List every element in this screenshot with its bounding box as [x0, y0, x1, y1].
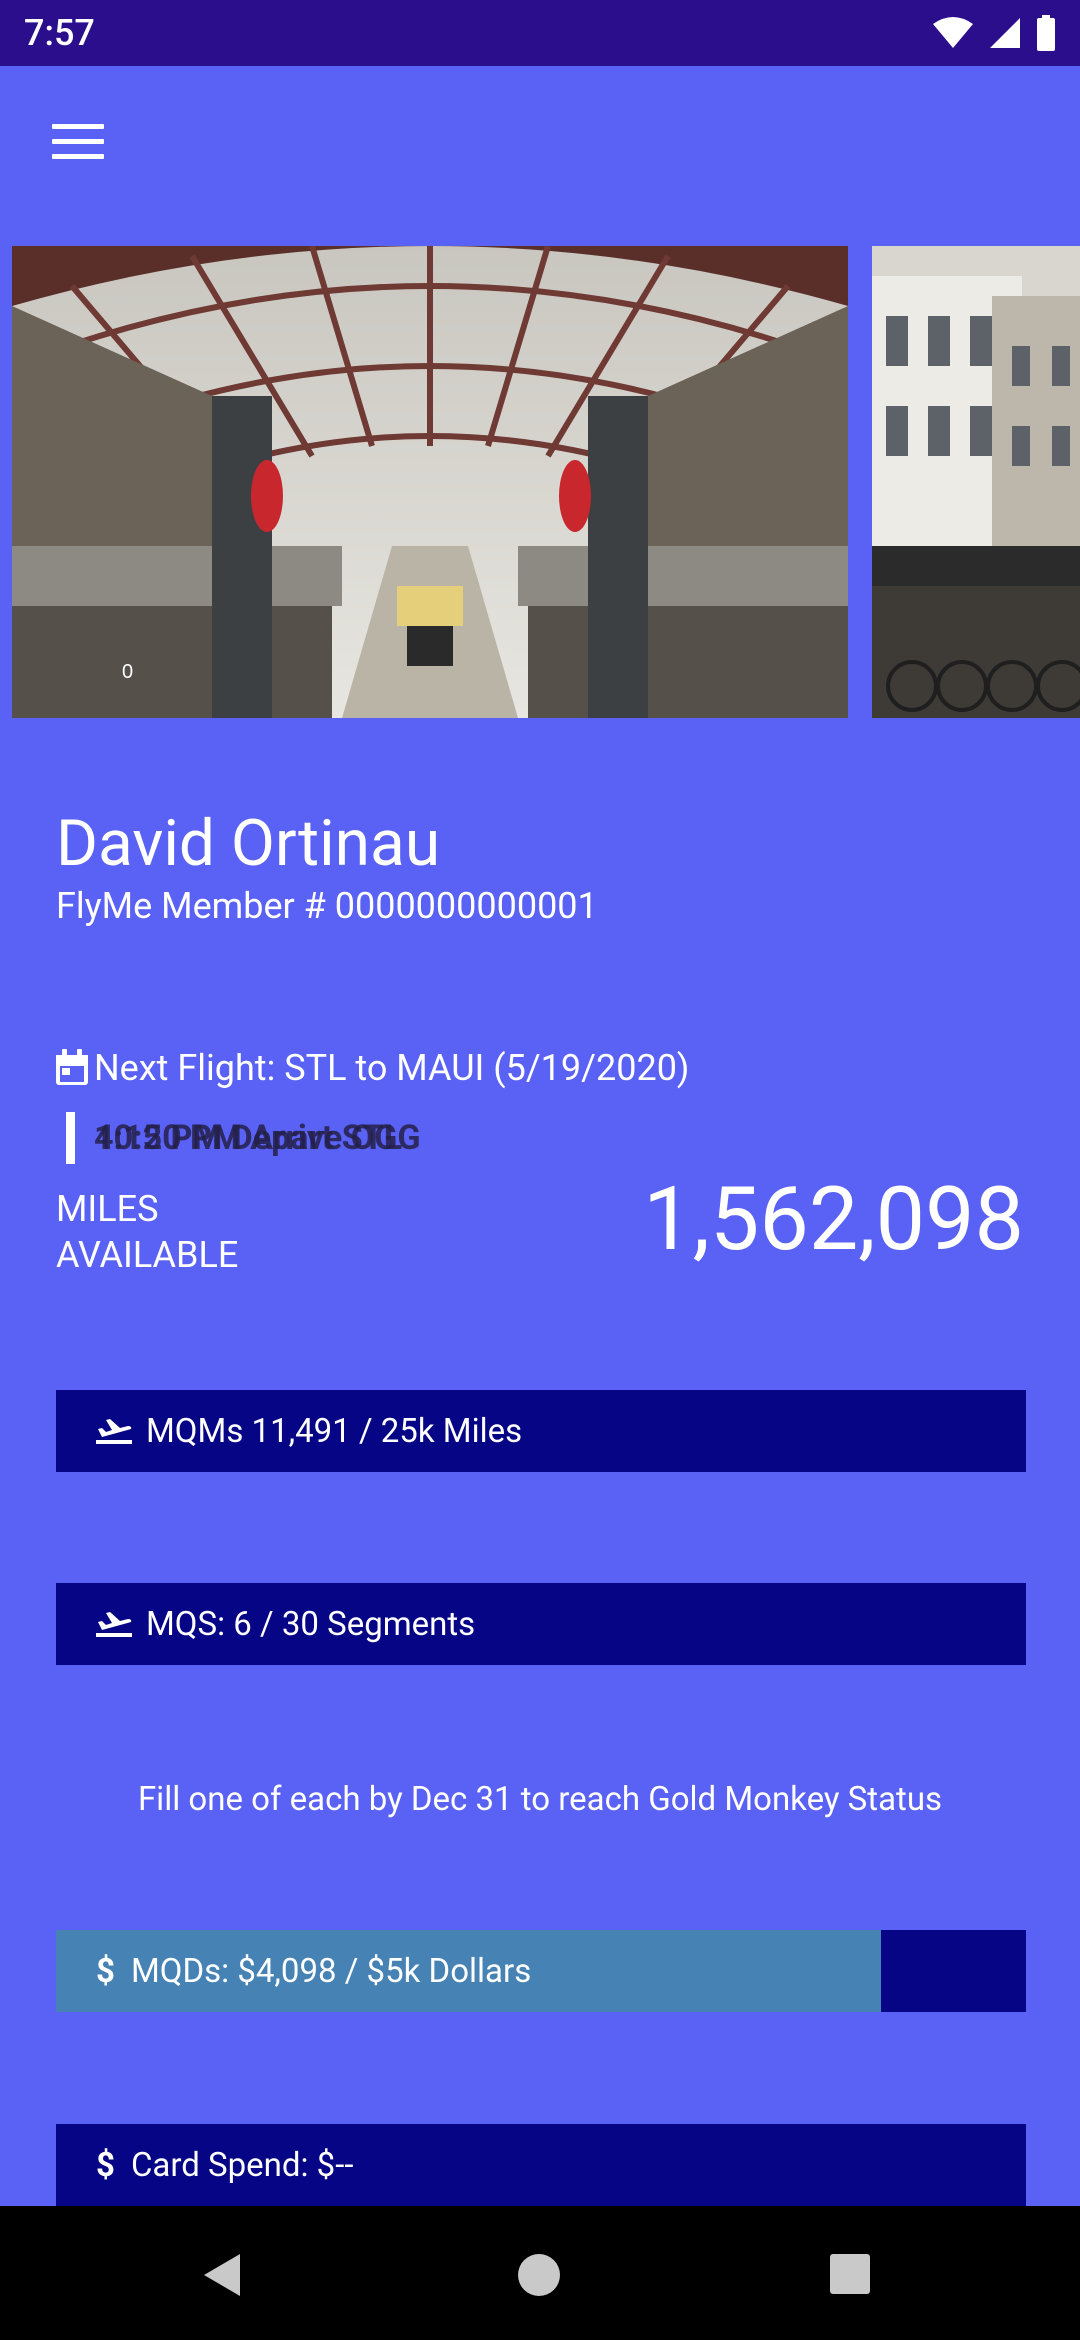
- menu-hamburger-icon[interactable]: [52, 124, 104, 160]
- calendar-icon: [56, 1049, 88, 1085]
- miles-available-label: MILES AVAILABLE: [56, 1188, 239, 1276]
- mqs-progress-label: MQS: 6 / 30 Segments: [146, 1604, 476, 1644]
- miles-available-value: 1,562,098: [643, 1168, 1024, 1271]
- status-time: 7:57: [24, 12, 95, 54]
- plane-icon: [96, 1419, 132, 1444]
- card-spend-progress-bar[interactable]: $ Card Spend: $--: [56, 2124, 1026, 2206]
- battery-icon: [1037, 15, 1055, 51]
- status-bar: 7:57: [0, 0, 1080, 66]
- mqs-progress-bar[interactable]: MQS: 6 / 30 Segments: [56, 1583, 1026, 1665]
- status-icons: [932, 15, 1056, 51]
- mqm-progress-bar[interactable]: MQMs 11,491 / 25k Miles: [56, 1390, 1026, 1472]
- mqd-progress-bar[interactable]: $ MQDs: $4,098 / $5k Dollars: [56, 1930, 1026, 2012]
- next-flight[interactable]: Next Flight: STL to MAUI (5/19/2020): [54, 1046, 689, 1090]
- flight-arrive-time: 10:20 PM Arrive OGG: [94, 1118, 421, 1158]
- card-spend-progress-label: Card Spend: $--: [130, 2145, 354, 2185]
- status-goal-note: Fill one of each by Dec 31 to reach Gold…: [137, 1780, 943, 1819]
- member-number: FlyMe Member # 0000000000001: [56, 885, 598, 927]
- wifi-icon: [933, 17, 973, 48]
- mqm-progress-label: MQMs 11,491 / 25k Miles: [146, 1411, 523, 1451]
- flight-indicator-bar: [66, 1112, 75, 1164]
- mqd-progress-label: MQDs: $4,098 / $5k Dollars: [130, 1951, 532, 1991]
- cell-signal-icon: [990, 18, 1020, 48]
- system-navigation-bar: [0, 2206, 1080, 2340]
- photo-sign-digit: 0: [122, 661, 133, 683]
- next-flight-label: Next Flight: STL to MAUI (5/19/2020): [94, 1047, 690, 1089]
- dollar-icon: $: [96, 2145, 115, 2185]
- photo-carousel[interactable]: 0: [0, 246, 1080, 718]
- flight-times: 4:15 PM Depart STL 10:20 PM Arrive OGG: [66, 1112, 566, 1164]
- home-icon[interactable]: [518, 2254, 560, 2296]
- member-name: David Ortinau: [56, 806, 441, 881]
- dollar-icon: $: [96, 1951, 115, 1991]
- recent-apps-icon[interactable]: [830, 2254, 870, 2294]
- back-icon[interactable]: [200, 2252, 246, 2298]
- street-building-photo[interactable]: [872, 246, 1080, 718]
- plane-icon: [96, 1612, 132, 1637]
- train-station-photo[interactable]: 0: [12, 246, 848, 718]
